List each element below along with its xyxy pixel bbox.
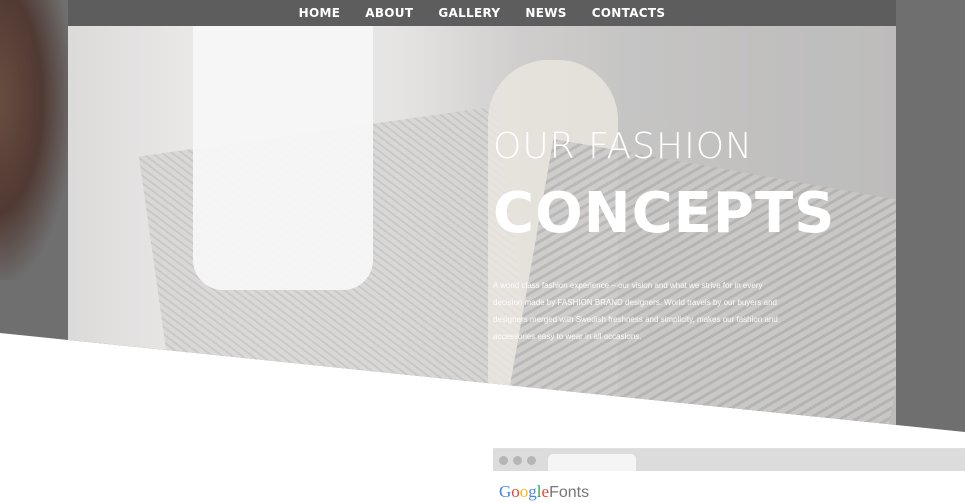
browser-window: GoogleFonts <box>493 448 965 501</box>
google-logo-word: Google <box>499 482 549 501</box>
google-logo-letter: o <box>511 482 520 501</box>
google-logo-letter: g <box>528 482 537 501</box>
browser-content: GoogleFonts <box>493 471 965 501</box>
hero-heading-line1: OUR FASHION <box>493 126 753 167</box>
google-logo-letter: o <box>519 482 529 501</box>
window-dot-icon <box>513 456 522 465</box>
window-dot-icon <box>527 456 536 465</box>
google-logo-letter: G <box>499 482 512 501</box>
google-fonts-suffix: Fonts <box>549 484 590 501</box>
nav-contacts[interactable]: CONTACTS <box>592 6 666 20</box>
nav-about[interactable]: ABOUT <box>365 6 413 20</box>
browser-tab[interactable] <box>548 454 636 471</box>
hair-decoration <box>0 0 70 280</box>
nav-gallery[interactable]: GALLERY <box>438 6 500 20</box>
hero-description: A world class fashion experience – our v… <box>493 281 778 341</box>
google-logo-letter: e <box>541 482 550 501</box>
hero-heading-line2: CONCEPTS <box>493 181 836 246</box>
nav-home[interactable]: HOME <box>299 6 341 20</box>
hero-text: OUR FASHION CONCEPTS A world class fashi… <box>493 125 836 353</box>
browser-chrome <box>493 449 965 471</box>
nav-news[interactable]: NEWS <box>525 6 566 20</box>
main-nav: HOME ABOUT GALLERY NEWS CONTACTS <box>68 0 896 26</box>
window-dot-icon <box>499 456 508 465</box>
